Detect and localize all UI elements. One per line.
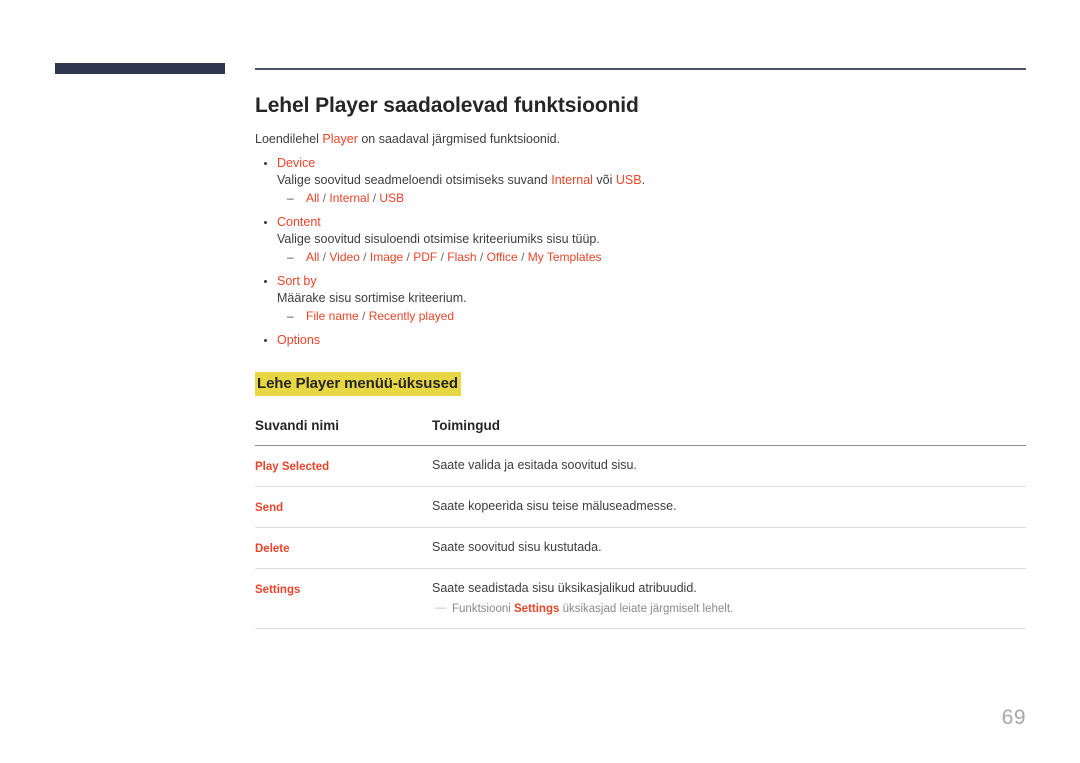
option-name-label: Delete [255, 543, 290, 555]
option-value: USB [379, 191, 405, 205]
list-item-device: Device Valige soovitud seadmeloendi otsi… [255, 155, 1026, 207]
option-value: Image [369, 250, 404, 264]
option-action-text: Saate seadistada sisu üksikasjalikud atr… [432, 581, 697, 595]
list-item-content: Content Valige soovitud sisuloendi otsim… [255, 214, 1026, 266]
bullet-title: Device [277, 156, 316, 170]
table-row: Send Saate kopeerida sisu teise mälusead… [255, 486, 1026, 528]
note-text-before: Funktsiooni [452, 603, 515, 615]
option-value: File name [306, 309, 359, 323]
option-name-label: Settings [255, 584, 301, 596]
table-cell-option-name: Play Selected [255, 445, 432, 487]
list-item-sort-by: Sort by Määrake sisu sortimise kriteeriu… [255, 273, 1026, 325]
document-content: Lehel Player saadaolevad funktsioonid Lo… [255, 92, 1026, 629]
header-rule [255, 68, 1026, 70]
section-heading-wrapper: Lehe Player menüü-üksused [255, 372, 1026, 396]
table-row: Delete Saate soovitud sisu kustutada. [255, 527, 1026, 569]
option-value: Recently played [368, 309, 455, 323]
option-name-label: Play Selected [255, 461, 330, 473]
option-value: All [306, 191, 320, 205]
bullet-title: Options [277, 333, 321, 347]
table-row: Play Selected Saate valida ja esitada so… [255, 445, 1026, 487]
bullet-desc-text-3: . [641, 173, 646, 187]
feature-list: Device Valige soovitud seadmeloendi otsi… [255, 155, 1026, 349]
bullet-description: Valige soovitud seadmeloendi otsimiseks … [277, 172, 1026, 189]
option-value: Flash [447, 250, 477, 264]
intro-paragraph: Loendilehel Player on saadaval järgmised… [255, 131, 1026, 148]
option-action-note: Funktsiooni Settings üksikasjad leiate j… [432, 600, 1026, 617]
option-value: All [306, 250, 320, 264]
option-value: My Templates [527, 250, 602, 264]
menu-items-table: Suvandi nimi Toimingud Play Selected Saa… [255, 418, 1026, 629]
bullet-description: Valige soovitud sisuloendi otsimise krit… [277, 232, 600, 246]
intro-accent-player: Player [322, 132, 358, 146]
note-accent-settings: Settings [514, 603, 560, 615]
option-action-text: Saate kopeerida sisu teise mäluseadmesse… [432, 499, 677, 513]
page-title: Lehel Player saadaolevad funktsioonid [255, 94, 639, 117]
option-value: PDF [413, 250, 438, 264]
bullet-desc-accent-2: USB [615, 173, 642, 187]
intro-text-before: Loendilehel [255, 132, 323, 146]
table-cell-action: Saate seadistada sisu üksikasjalikud atr… [432, 568, 1026, 629]
note-text-after: üksikasjad leiate järgmiselt lehelt. [559, 603, 734, 615]
bullet-description: Määrake sisu sortimise kriteerium. [277, 291, 467, 305]
bullet-desc-text-2: või [592, 173, 616, 187]
option-action-text: Saate soovitud sisu kustutada. [432, 540, 602, 554]
table-row: Settings Saate seadistada sisu üksikasja… [255, 568, 1026, 629]
table-header-row: Suvandi nimi Toimingud [255, 418, 1026, 446]
option-value: Office [486, 250, 518, 264]
bullet-desc-text-1: Valige soovitud seadmeloendi otsimiseks … [277, 173, 552, 187]
column-header-option-name: Suvandi nimi [255, 418, 432, 446]
bullet-title: Sort by [277, 274, 317, 288]
column-header-actions: Toimingud [432, 418, 1026, 446]
bullet-desc-accent-1: Internal [551, 173, 593, 187]
table-cell-action: Saate soovitud sisu kustutada. [432, 527, 1026, 569]
option-action-text: Saate valida ja esitada soovitud sisu. [432, 458, 637, 472]
intro-text-after: on saadaval järgmised funktsioonid. [357, 132, 561, 146]
table-cell-option-name: Settings [255, 568, 432, 629]
page-number: 69 [1001, 706, 1026, 729]
option-value: Video [329, 250, 360, 264]
table-cell-action: Saate valida ja esitada soovitud sisu. [432, 445, 1026, 487]
bullet-title: Content [277, 215, 321, 229]
table-cell-action: Saate kopeerida sisu teise mäluseadmesse… [432, 486, 1026, 528]
bullet-options: All / Video / Image / PDF / Flash / Offi… [277, 249, 1026, 266]
option-value: Internal [329, 191, 370, 205]
header-accent-bar [55, 63, 225, 74]
option-name-label: Send [255, 502, 284, 514]
bullet-options: File name / Recently played [277, 308, 1026, 325]
section-heading: Lehe Player menüü-üksused [255, 372, 461, 396]
bullet-options: All / Internal / USB [277, 190, 1026, 207]
table-cell-option-name: Send [255, 486, 432, 528]
list-item-options: Options [255, 332, 1026, 349]
table-cell-option-name: Delete [255, 527, 432, 569]
